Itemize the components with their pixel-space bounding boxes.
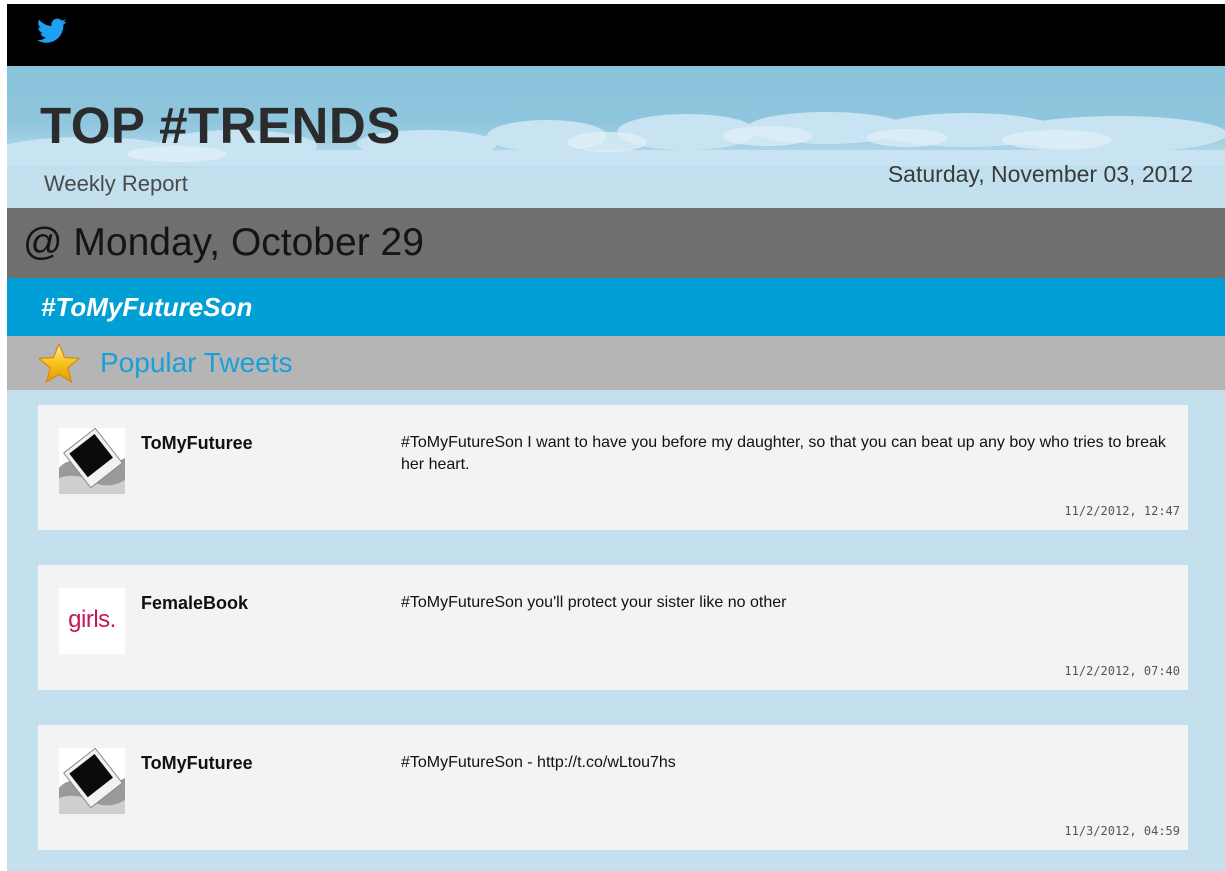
- girls-logo-text: girls.: [68, 606, 116, 633]
- popular-tweets-heading: Popular Tweets: [100, 347, 293, 378]
- report-date: Saturday, November 03, 2012: [887, 161, 1193, 187]
- page-title: TOP #TRENDS: [40, 97, 401, 154]
- top-bar: [7, 4, 1225, 66]
- tweet-card: ToMyFuturee #ToMyFutureSon I want to hav…: [38, 405, 1188, 530]
- page-subtitle: Weekly Report: [44, 171, 188, 196]
- tweet-author[interactable]: FemaleBook: [141, 593, 248, 614]
- star-icon: [38, 343, 80, 383]
- day-heading-band: @ Monday, October 29: [7, 208, 1225, 278]
- tweet-text: #ToMyFutureSon I want to have you before…: [401, 434, 1166, 473]
- tweet-author[interactable]: ToMyFuturee: [141, 433, 253, 454]
- tweet-card: ToMyFuturee #ToMyFutureSon - http://t.co…: [38, 725, 1188, 850]
- tweet-timestamp: 11/2/2012, 12:47: [1064, 504, 1180, 518]
- report-page: TOP #TRENDS Weekly Report Saturday, Nove…: [7, 4, 1225, 871]
- day-heading: @ Monday, October 29: [23, 221, 424, 264]
- tweet-timestamp: 11/2/2012, 07:40: [1064, 664, 1180, 678]
- twitter-bird-icon[interactable]: [37, 18, 67, 44]
- tweet-timestamp: 11/3/2012, 04:59: [1064, 824, 1180, 838]
- trend-band: #ToMyFutureSon: [7, 278, 1225, 336]
- tweet-text: #ToMyFutureSon you'll protect your siste…: [401, 594, 787, 611]
- tweet-author[interactable]: ToMyFuturee: [141, 753, 253, 774]
- girls-logo-avatar[interactable]: girls.: [59, 588, 125, 654]
- tweet-text[interactable]: #ToMyFutureSon - http://t.co/wLtou7hs: [401, 752, 1181, 774]
- tweet-card: girls. FemaleBook #ToMyFutureSon you'll …: [38, 565, 1188, 690]
- report-header: TOP #TRENDS Weekly Report Saturday, Nove…: [7, 66, 1225, 208]
- trend-hashtag[interactable]: #ToMyFutureSon: [41, 292, 252, 323]
- polaroid-photo-avatar[interactable]: [59, 748, 125, 814]
- polaroid-photo-avatar[interactable]: [59, 428, 125, 494]
- popular-tweets-band: Popular Tweets: [7, 336, 1225, 390]
